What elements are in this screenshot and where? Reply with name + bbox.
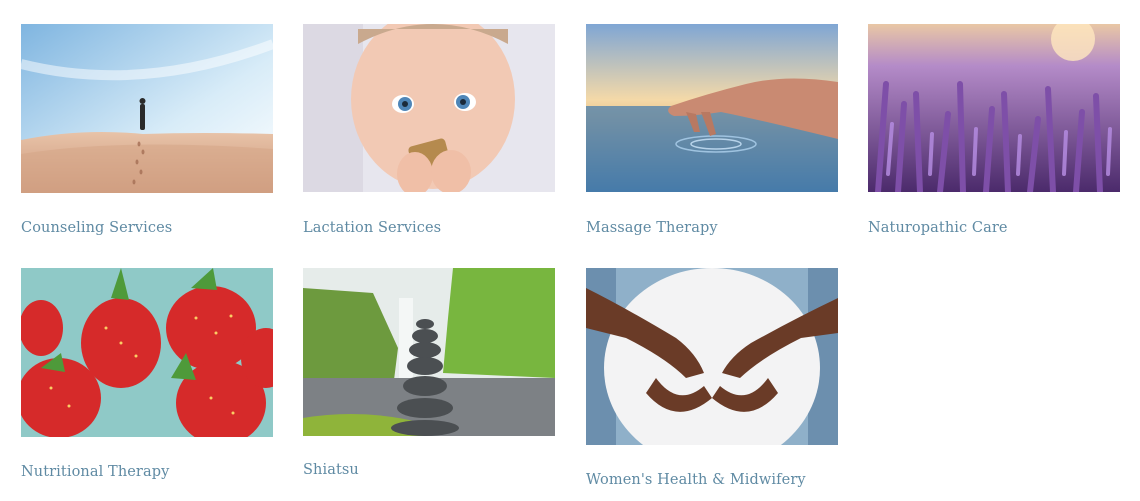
service-label-shiatsu[interactable]: Shiatsu bbox=[303, 462, 359, 478]
service-label-massage[interactable]: Massage Therapy bbox=[586, 220, 718, 236]
service-label-counseling[interactable]: Counseling Services bbox=[21, 220, 172, 236]
service-card-womens-health[interactable]: Women's Health & Midwifery bbox=[586, 268, 838, 493]
service-image-nutritional[interactable] bbox=[21, 268, 273, 437]
service-image-shiatsu[interactable] bbox=[303, 268, 555, 436]
service-card-lactation[interactable]: Lactation Services bbox=[303, 24, 555, 244]
service-card-naturopathic[interactable]: Naturopathic Care bbox=[868, 24, 1120, 244]
service-image-womens-health[interactable] bbox=[586, 268, 838, 445]
service-card-massage[interactable]: Massage Therapy bbox=[586, 24, 838, 244]
service-card-nutritional[interactable]: Nutritional Therapy bbox=[21, 268, 273, 488]
service-image-counseling[interactable] bbox=[21, 24, 273, 193]
service-image-lactation[interactable] bbox=[303, 24, 555, 192]
service-label-naturopathic[interactable]: Naturopathic Care bbox=[868, 220, 1008, 236]
service-label-lactation[interactable]: Lactation Services bbox=[303, 220, 441, 236]
service-label-nutritional[interactable]: Nutritional Therapy bbox=[21, 464, 169, 480]
service-label-womens-health[interactable]: Women's Health & Midwifery bbox=[586, 472, 806, 488]
service-card-counseling[interactable]: Counseling Services bbox=[21, 24, 273, 244]
service-card-shiatsu[interactable]: Shiatsu bbox=[303, 268, 555, 488]
service-image-naturopathic[interactable] bbox=[868, 24, 1120, 192]
service-image-massage[interactable] bbox=[586, 24, 838, 192]
